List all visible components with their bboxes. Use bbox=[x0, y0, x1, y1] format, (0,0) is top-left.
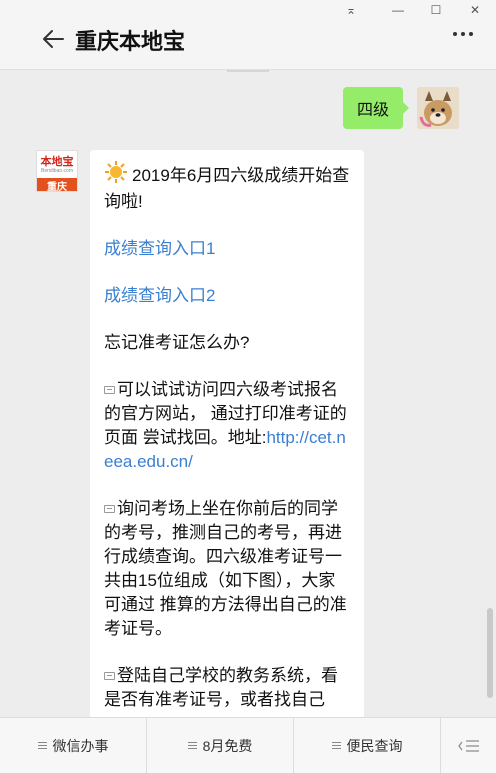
pencil-icon bbox=[104, 505, 115, 513]
score-query-link-1[interactable]: 成绩查询入口1 bbox=[104, 239, 215, 258]
bot-avatar-city: 重庆 bbox=[37, 178, 77, 191]
more-options-icon[interactable] bbox=[453, 32, 473, 36]
dog-avatar-icon bbox=[417, 87, 459, 129]
pencil-icon bbox=[104, 386, 115, 394]
keyboard-toggle-icon[interactable] bbox=[441, 718, 496, 773]
pencil-icon bbox=[104, 672, 115, 680]
window-title-bar: ⌅ — ☐ ✕ bbox=[0, 0, 496, 20]
chat-title: 重庆本地宝 bbox=[75, 29, 186, 54]
menu-lines-icon bbox=[187, 742, 197, 749]
close-icon[interactable]: ✕ bbox=[460, 0, 490, 20]
back-arrow-icon[interactable] bbox=[40, 27, 66, 51]
incoming-message-bubble: 2019年6月四六级成绩开始查询啦! 成绩查询入口1 成绩查询入口2 忘记准考证… bbox=[90, 150, 364, 750]
menu-august-free[interactable]: 8月免费 bbox=[147, 718, 294, 773]
chat-header: 重庆本地宝 bbox=[0, 20, 496, 70]
menu-wechat-services[interactable]: 微信办事 bbox=[0, 718, 147, 773]
scrollbar[interactable] bbox=[487, 608, 493, 698]
bottom-menu: 微信办事 8月免费 便民查询 bbox=[0, 717, 496, 773]
tip-3: 登陆自己学校的教务系统，看是否有准考证号，或者找自己 bbox=[104, 666, 338, 709]
minimize-icon[interactable]: — bbox=[383, 0, 413, 20]
tip-1: 可以试试访问四六级考试报名的官方网站， 通过打印准考证的页面 尝试找回。地址:h… bbox=[104, 380, 347, 471]
divider bbox=[227, 70, 269, 72]
question-text: 忘记准考证怎么办? bbox=[104, 333, 250, 352]
score-query-link-2[interactable]: 成绩查询入口2 bbox=[104, 286, 215, 305]
sun-icon bbox=[104, 161, 128, 190]
outgoing-message-bubble[interactable]: 四级 bbox=[343, 87, 410, 129]
menu-lines-icon bbox=[37, 742, 47, 749]
message-headline: 2019年6月四六级成绩开始查询啦! bbox=[104, 161, 352, 214]
bot-avatar-logo: 本地宝 Bendibao.com bbox=[40, 155, 74, 174]
user-avatar[interactable] bbox=[417, 87, 459, 129]
tip-2: 询问考场上坐在你前后的同学的考号，推测自己的考号，再进行成绩查询。四六级准考证号… bbox=[104, 499, 347, 638]
maximize-icon[interactable]: ☐ bbox=[421, 0, 451, 20]
menu-lines-icon bbox=[331, 742, 341, 749]
outgoing-message-text: 四级 bbox=[357, 102, 390, 119]
bot-avatar[interactable]: 本地宝 Bendibao.com 重庆 bbox=[36, 150, 78, 192]
pin-icon[interactable]: ⌅ bbox=[336, 0, 366, 20]
menu-convenience-query[interactable]: 便民查询 bbox=[294, 718, 441, 773]
